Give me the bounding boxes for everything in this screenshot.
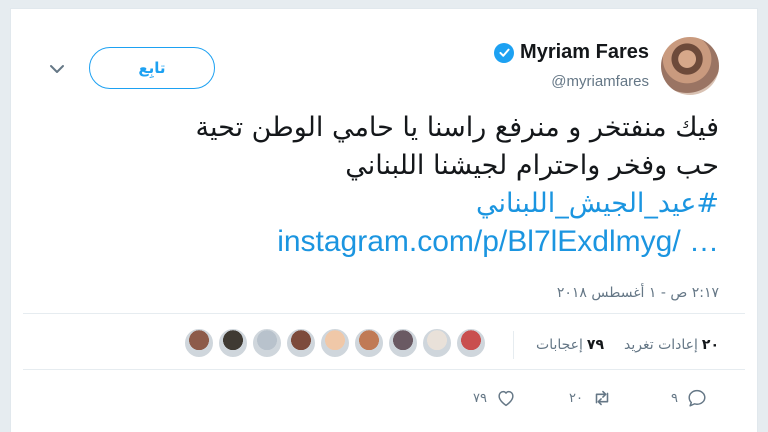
divider bbox=[23, 369, 745, 370]
retweets-stat[interactable]: ٢٠إعادات تغريد bbox=[624, 337, 719, 353]
stats-separator bbox=[513, 331, 515, 359]
liker-avatar[interactable] bbox=[217, 327, 249, 359]
tweet-stats: ٢٠إعادات تغريد ٧٩إعجابات bbox=[511, 331, 719, 359]
tweet-timestamp[interactable]: ٢:١٧ ص - ١ أغسطس ٢٠١٨ bbox=[557, 285, 719, 301]
retweet-icon bbox=[595, 390, 609, 406]
instagram-link[interactable]: instagram.com/p/Bl7lExdlmyg/ … bbox=[79, 223, 719, 261]
liker-avatar[interactable] bbox=[353, 327, 385, 359]
tweet-actions: ٩ ٢٠ ٧٩ bbox=[11, 387, 757, 417]
like-button[interactable]: ٧٩ bbox=[473, 387, 517, 409]
liker-avatars bbox=[183, 327, 487, 359]
tweet-text-line: حب وفخر واحترام لجيشنا اللبناني bbox=[345, 150, 719, 181]
user-name-row[interactable]: Myriam Fares bbox=[494, 41, 649, 64]
liker-avatar[interactable] bbox=[285, 327, 317, 359]
reply-button[interactable]: ٩ bbox=[671, 387, 708, 409]
likes-label: إعجابات bbox=[536, 337, 583, 353]
retweets-label: إعادات تغريد bbox=[624, 337, 698, 353]
tweet-text-line: فيك منفتخر و منرفع راسنا يا حامي الوطن ت… bbox=[195, 112, 719, 143]
verified-badge-icon bbox=[494, 42, 515, 63]
liker-avatar[interactable] bbox=[387, 327, 419, 359]
user-handle[interactable]: @myriamfares bbox=[551, 73, 649, 90]
likes-stat[interactable]: ٧٩إعجابات bbox=[536, 337, 604, 353]
liker-avatar[interactable] bbox=[183, 327, 215, 359]
display-name[interactable]: Myriam Fares bbox=[520, 41, 649, 64]
tweet-text: فيك منفتخر و منرفع راسنا يا حامي الوطن ت… bbox=[79, 109, 719, 261]
reply-count: ٩ bbox=[671, 390, 678, 406]
heart-icon bbox=[498, 390, 514, 407]
retweet-button[interactable]: ٢٠ bbox=[569, 387, 613, 409]
tweet-card: Myriam Fares @myriamfares تابِع فيك منفت… bbox=[10, 8, 758, 432]
reply-icon bbox=[688, 389, 706, 407]
hashtag-link[interactable]: #عيد_الجيش_اللبناني bbox=[79, 185, 719, 223]
avatar[interactable] bbox=[661, 37, 719, 95]
chevron-down-icon[interactable] bbox=[47, 59, 67, 79]
tweet-header: Myriam Fares @myriamfares تابِع bbox=[11, 33, 757, 103]
liker-avatar[interactable] bbox=[421, 327, 453, 359]
retweet-count: ٢٠ bbox=[569, 390, 583, 406]
like-count: ٧٩ bbox=[473, 390, 487, 406]
liker-avatar[interactable] bbox=[251, 327, 283, 359]
follow-button[interactable]: تابِع bbox=[89, 47, 215, 89]
liker-avatar[interactable] bbox=[455, 327, 487, 359]
retweets-count: ٢٠ bbox=[701, 337, 719, 353]
divider bbox=[23, 313, 745, 314]
liker-avatar[interactable] bbox=[319, 327, 351, 359]
likes-count: ٧٩ bbox=[586, 337, 605, 353]
